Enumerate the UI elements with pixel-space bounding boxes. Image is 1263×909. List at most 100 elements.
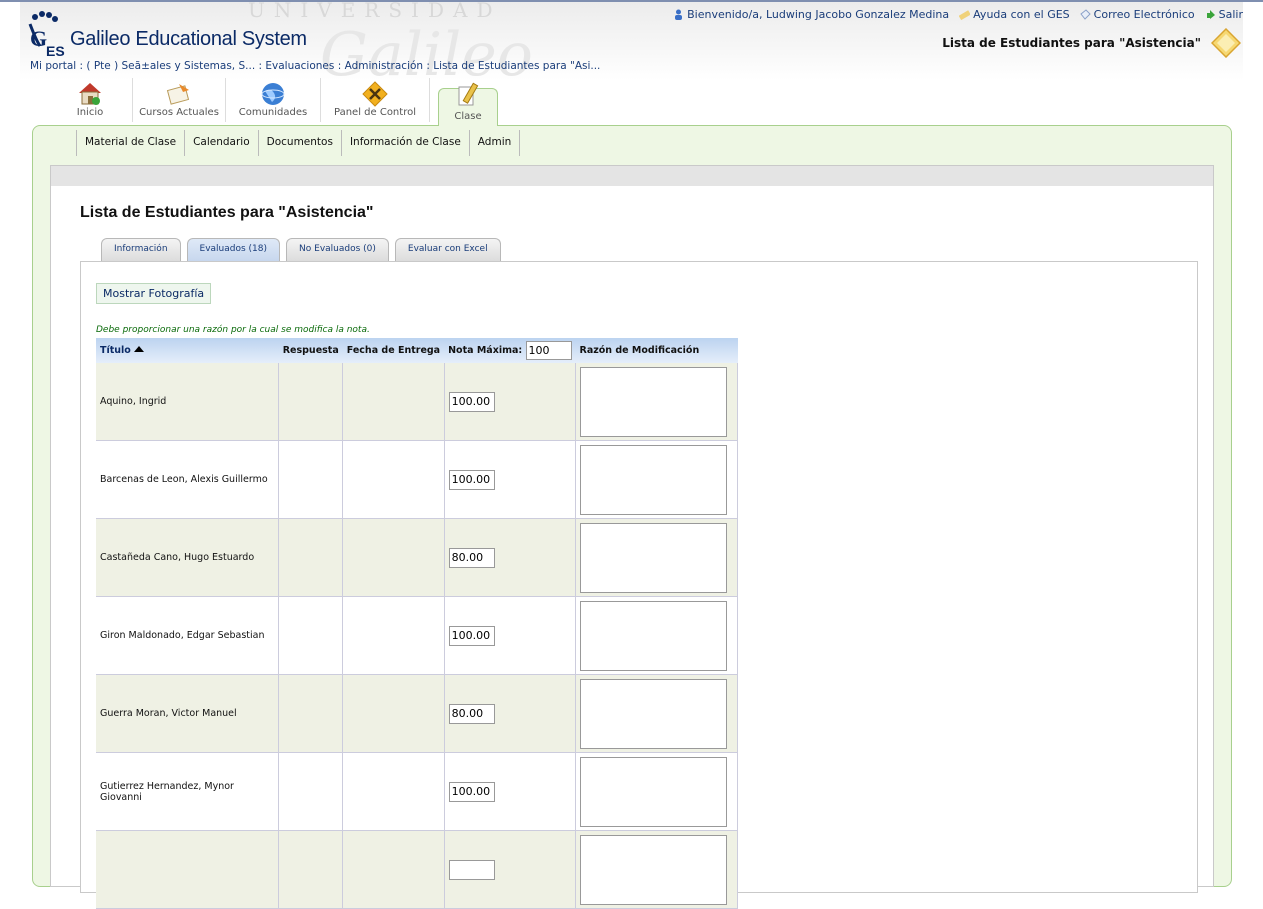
- site-header: UNIVERSIDAD Galileo G ES Galileo Educati…: [20, 0, 1243, 90]
- subnav-documentos[interactable]: Documentos: [257, 130, 341, 156]
- table-row: Castañeda Cano, Hugo Estuardo: [96, 518, 738, 597]
- help-link[interactable]: Ayuda con el GES: [959, 8, 1070, 21]
- exit-arrow-icon: [1206, 10, 1215, 19]
- tab-label: Comunidades: [238, 107, 308, 118]
- sort-ascending-icon[interactable]: [133, 346, 144, 352]
- column-title[interactable]: Título: [96, 338, 279, 363]
- mail-link[interactable]: Correo Electrónico: [1079, 8, 1195, 21]
- tab-evaluados[interactable]: Evaluados (18): [186, 238, 281, 261]
- delivery-date-cell: [342, 596, 445, 675]
- logout-text: Salir: [1218, 8, 1243, 21]
- response-cell: [278, 596, 344, 675]
- grade-input[interactable]: [448, 781, 495, 802]
- tab-comunidades[interactable]: Comunidades: [226, 78, 321, 122]
- column-title-label: Título: [100, 345, 131, 356]
- content-container: Lista de Estudiantes para "Asistencia" I…: [50, 165, 1214, 909]
- delivery-date-cell: [342, 830, 445, 909]
- response-cell: [278, 518, 344, 597]
- table-header-row: Título Respuesta Fecha de Entrega Nota M…: [96, 338, 738, 363]
- delivery-date-cell: [342, 363, 445, 441]
- grade-cell: [444, 518, 577, 597]
- subnav-material-de-clase[interactable]: Material de Clase: [76, 130, 184, 156]
- mail-text: Correo Electrónico: [1093, 8, 1195, 21]
- table-row: [96, 830, 738, 909]
- mail-icon: [1079, 9, 1091, 20]
- grade-input[interactable]: [448, 625, 495, 646]
- reason-cell: [575, 363, 738, 441]
- tab-cursos-actuales[interactable]: Cursos Actuales: [133, 78, 226, 122]
- table-row: Giron Maldonado, Edgar Sebastian: [96, 596, 738, 675]
- globe-icon: [261, 83, 285, 105]
- student-name: Barcenas de Leon, Alexis Guillermo: [96, 440, 280, 519]
- tab-informacion[interactable]: Información: [101, 238, 181, 261]
- tab-label: Inicio: [76, 107, 104, 118]
- response-cell: [278, 752, 344, 831]
- tab-panel-de-control[interactable]: Panel de Control: [321, 78, 430, 122]
- grade-cell: [444, 440, 577, 519]
- reason-textarea[interactable]: [580, 834, 728, 905]
- reason-cell: [575, 830, 738, 909]
- grade-cell: [444, 752, 577, 831]
- page-title: Lista de Estudiantes para "Asistencia": [80, 204, 374, 221]
- students-table: Título Respuesta Fecha de Entrega Nota M…: [96, 338, 738, 909]
- table-row: Barcenas de Leon, Alexis Guillermo: [96, 440, 738, 519]
- svg-text:G: G: [30, 26, 47, 51]
- ges-logo-icon[interactable]: G ES: [26, 10, 70, 58]
- column-max-grade: Nota Máxima:: [444, 338, 576, 363]
- tab-clase[interactable]: Clase: [438, 82, 498, 126]
- welcome-text: Bienvenido/a, Ludwing Jacobo Gonzalez Me…: [687, 8, 950, 21]
- reason-cell: [575, 596, 738, 675]
- reason-textarea[interactable]: [580, 522, 728, 593]
- diamond-icon: [1211, 28, 1241, 58]
- pencil-icon: [458, 82, 479, 106]
- column-reason: Razón de Modificación: [575, 338, 738, 363]
- tab-label: Cursos Actuales: [139, 107, 219, 118]
- user-icon: [675, 9, 683, 20]
- tab-no-evaluados[interactable]: No Evaluados (0): [286, 238, 389, 261]
- reason-textarea[interactable]: [580, 600, 728, 671]
- tab-label: Clase: [454, 111, 482, 122]
- breadcrumb[interactable]: Mi portal : ( Pte ) Seã±ales y Sistemas,…: [30, 60, 600, 72]
- delivery-date-cell: [342, 752, 445, 831]
- grade-input[interactable]: [448, 469, 495, 490]
- reason-textarea[interactable]: [580, 756, 728, 827]
- help-text: Ayuda con el GES: [973, 8, 1070, 21]
- column-delivery-date: Fecha de Entrega: [342, 338, 445, 363]
- subnav-informacion-de-clase[interactable]: Información de Clase: [340, 130, 469, 156]
- reason-textarea[interactable]: [580, 366, 728, 437]
- student-name: Guerra Moran, Victor Manuel: [96, 674, 280, 753]
- response-cell: [278, 830, 344, 909]
- max-grade-input[interactable]: [525, 341, 572, 360]
- grade-cell: [444, 363, 577, 441]
- content-top-band: [51, 166, 1213, 186]
- response-cell: [278, 363, 344, 441]
- student-name: Giron Maldonado, Edgar Sebastian: [96, 596, 280, 675]
- student-name: Gutierrez Hernandez, Mynor Giovanni: [96, 752, 280, 831]
- reason-textarea[interactable]: [580, 444, 728, 515]
- header-page-title: Lista de Estudiantes para "Asistencia": [942, 36, 1201, 50]
- reason-cell: [575, 674, 738, 753]
- grade-cell: [444, 674, 577, 753]
- brand-name: Galileo Educational System: [70, 28, 307, 50]
- tab-inicio[interactable]: Inicio: [48, 78, 133, 122]
- subnav-admin[interactable]: Admin: [468, 130, 521, 156]
- grade-input[interactable]: [448, 547, 495, 568]
- welcome-link[interactable]: Bienvenido/a, Ludwing Jacobo Gonzalez Me…: [673, 8, 949, 21]
- reason-textarea[interactable]: [580, 678, 728, 749]
- grade-input[interactable]: [448, 859, 495, 880]
- student-name: [96, 830, 280, 909]
- show-photo-button[interactable]: Mostrar Fotografía: [96, 283, 212, 304]
- delivery-date-cell: [342, 518, 445, 597]
- tab-evaluar-con-excel[interactable]: Evaluar con Excel: [394, 238, 501, 261]
- tab-label: Panel de Control: [334, 107, 416, 118]
- logout-link[interactable]: Salir: [1205, 8, 1243, 21]
- house-icon: [79, 83, 101, 105]
- table-row: Aquino, Ingrid: [96, 363, 738, 441]
- grade-input[interactable]: [448, 703, 495, 724]
- reason-cell: [575, 518, 738, 597]
- grade-cell: [444, 596, 577, 675]
- subnav-calendario[interactable]: Calendario: [184, 130, 258, 156]
- grade-cell: [444, 830, 577, 909]
- top-links: Bienvenido/a, Ludwing Jacobo Gonzalez Me…: [673, 8, 1243, 21]
- grade-input[interactable]: [448, 391, 495, 412]
